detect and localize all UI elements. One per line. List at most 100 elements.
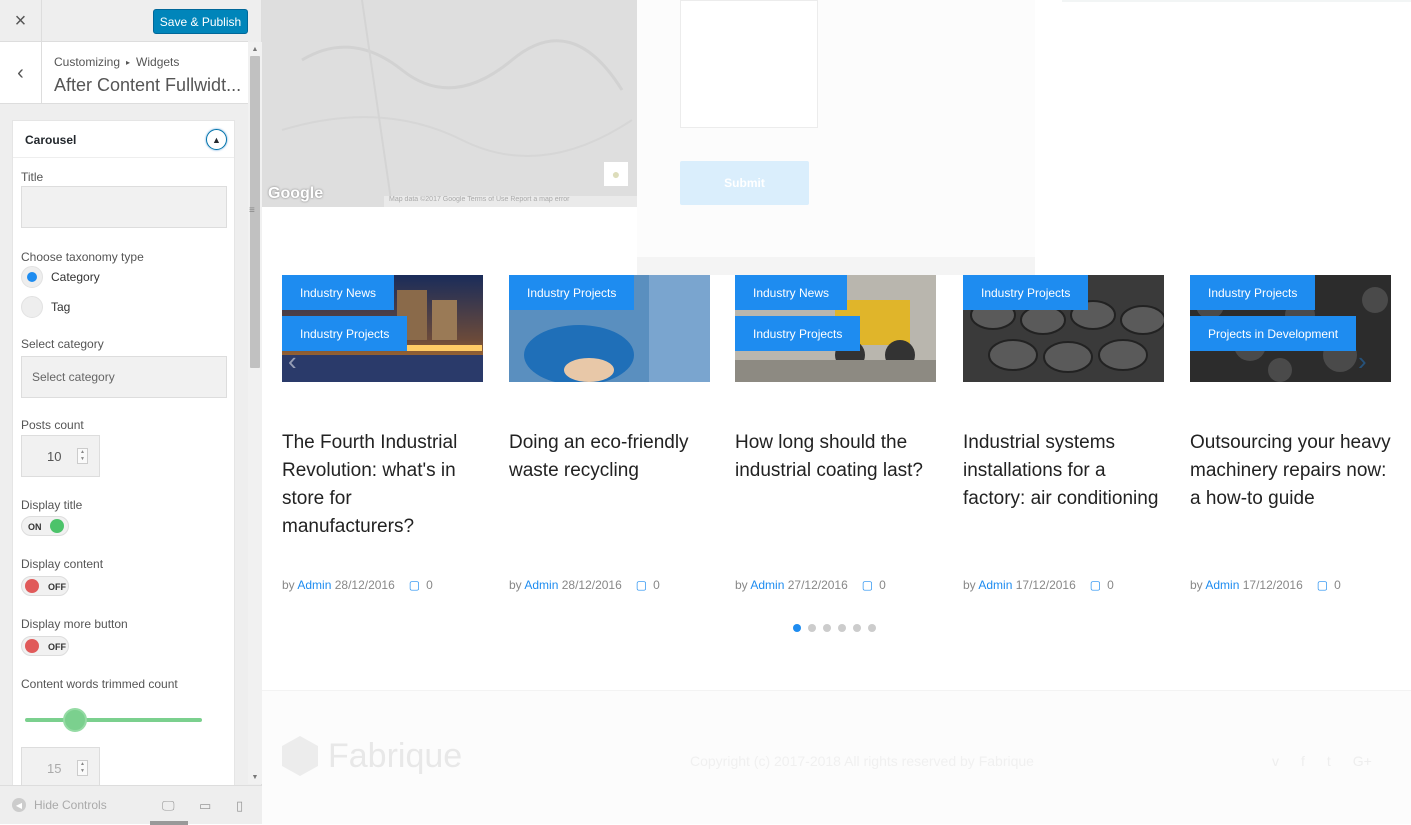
spinner-arrows-icon[interactable]: ▲ ▼: [77, 448, 88, 464]
category-tag[interactable]: Industry Projects: [1190, 275, 1316, 310]
category-tag[interactable]: Projects in Development: [1190, 316, 1357, 351]
submit-button[interactable]: Submit: [680, 161, 809, 205]
back-arrow-icon[interactable]: ‹: [0, 42, 42, 104]
customizer-sidebar: × Save & Publish ‹ Customizing ▸ Widgets A…: [0, 0, 262, 825]
scroll-up-arrow-icon[interactable]: ▲: [248, 42, 262, 56]
resize-handle-icon[interactable]: ≡: [249, 205, 255, 216]
post-card: Industry News Industry Projects How long…: [735, 275, 936, 592]
trim-count-value: 15: [47, 761, 62, 776]
sidebar-scrollbar[interactable]: ▲ ▼: [248, 42, 262, 784]
title-input[interactable]: [21, 186, 227, 228]
radio-category-label: Category: [51, 270, 100, 284]
category-tag[interactable]: Industry News: [282, 275, 395, 310]
post-title[interactable]: The Fourth Industrial Revolution: what's…: [282, 429, 483, 541]
pagination-dot[interactable]: [853, 624, 861, 632]
message-textarea[interactable]: [680, 0, 818, 128]
site-footer: Fabrique Copyright (c) 2017-2018 All rig…: [262, 690, 1411, 824]
posts-count-value: 10: [47, 449, 62, 464]
post-author[interactable]: Admin: [1205, 578, 1239, 592]
map-attribution[interactable]: Map data ©2017 Google Terms of Use Repor…: [384, 196, 637, 207]
google-plus-icon[interactable]: G+: [1353, 753, 1372, 769]
trim-count-input[interactable]: 15 ▲ ▼: [21, 747, 100, 789]
collapse-left-icon: ◀: [12, 798, 26, 812]
post-title[interactable]: Outsourcing your heavy machinery repairs…: [1190, 429, 1391, 513]
radio-category[interactable]: [21, 266, 43, 288]
category-tag[interactable]: Industry Projects: [963, 275, 1089, 310]
footer-copyright: Copyright (c) 2017-2018 All rights reser…: [690, 753, 1034, 769]
comment-icon: ▢: [1089, 578, 1102, 592]
pagination-dot[interactable]: [808, 624, 816, 632]
facebook-icon[interactable]: f: [1301, 753, 1305, 769]
customizer-footer: ◀ Hide Controls 🖵 ▭ ▯: [0, 785, 262, 825]
category-tag[interactable]: Industry Projects: [282, 316, 408, 351]
post-thumbnail[interactable]: Industry Projects: [963, 275, 1164, 382]
tablet-preview-icon[interactable]: ▭: [199, 798, 211, 814]
mobile-preview-icon[interactable]: ▯: [236, 798, 243, 814]
pagination-dot[interactable]: [823, 624, 831, 632]
pagination-dot[interactable]: [838, 624, 846, 632]
category-tag[interactable]: Industry Projects: [509, 275, 635, 310]
toggle-knob-off: [25, 639, 39, 653]
posts-count-input[interactable]: 10 ▲ ▼: [21, 435, 100, 477]
category-tag[interactable]: Industry Projects: [735, 316, 861, 351]
customizer-topbar: × Save & Publish: [0, 0, 248, 42]
post-date: 17/12/2016: [1242, 578, 1303, 592]
fabrique-logo-icon: [282, 736, 318, 776]
post-author[interactable]: Admin: [978, 578, 1012, 592]
comment-count[interactable]: 0: [1107, 578, 1114, 592]
collapse-arrow-icon[interactable]: ▲: [206, 129, 227, 150]
save-publish-button[interactable]: Save & Publish: [153, 9, 248, 34]
post-thumbnail[interactable]: Industry Projects: [509, 275, 710, 382]
comment-count[interactable]: 0: [653, 578, 660, 592]
widget-header[interactable]: Carousel ▲: [13, 121, 234, 158]
display-content-toggle[interactable]: OFF: [21, 576, 69, 596]
carousel-widget-panel: Carousel ▲ Title Choose taxonomy type Ca…: [12, 120, 235, 790]
trim-count-slider[interactable]: [25, 718, 202, 722]
category-select[interactable]: Select category: [21, 356, 227, 398]
google-map[interactable]: Google Map data ©2017 Google Terms of Us…: [262, 0, 637, 207]
street-view-pegman-icon[interactable]: ●: [604, 162, 628, 186]
pagination-dot[interactable]: [868, 624, 876, 632]
post-author[interactable]: Admin: [524, 578, 558, 592]
hide-controls-button[interactable]: ◀ Hide Controls: [12, 798, 107, 812]
post-date: 28/12/2016: [334, 578, 395, 592]
display-more-label: Display more button: [21, 617, 128, 631]
post-thumbnail[interactable]: Industry News Industry Projects: [735, 275, 936, 382]
comment-icon: ▢: [408, 578, 421, 592]
pagination-dot[interactable]: [793, 624, 801, 632]
scroll-down-arrow-icon[interactable]: ▼: [248, 770, 262, 784]
section-header: ‹ Customizing ▸ Widgets After Content Full…: [0, 42, 248, 104]
contact-form-area: Submit: [637, 0, 1035, 275]
post-meta: by Admin 28/12/2016 ▢ 0: [509, 578, 660, 592]
footer-logo[interactable]: Fabrique: [282, 736, 462, 776]
form-panel-bottom: [637, 257, 1035, 275]
map-terrain: [281, 0, 633, 207]
post-title[interactable]: Industrial systems installations for a f…: [963, 429, 1164, 513]
comment-count[interactable]: 0: [426, 578, 433, 592]
post-author[interactable]: Admin: [750, 578, 784, 592]
desktop-preview-icon[interactable]: 🖵: [162, 798, 175, 814]
vimeo-icon[interactable]: v: [1272, 753, 1279, 769]
carousel-next-arrow-icon[interactable]: ›: [1358, 346, 1367, 377]
post-by: by: [509, 578, 522, 592]
display-title-toggle[interactable]: ON: [21, 516, 69, 536]
post-thumbnail[interactable]: Industry News Industry Projects: [282, 275, 483, 382]
comment-count[interactable]: 0: [1334, 578, 1341, 592]
twitter-icon[interactable]: t: [1327, 753, 1331, 769]
radio-tag-label: Tag: [51, 300, 71, 314]
post-date: 28/12/2016: [561, 578, 622, 592]
radio-tag[interactable]: [21, 296, 43, 318]
carousel-prev-arrow-icon[interactable]: ‹: [288, 346, 297, 377]
close-icon[interactable]: ×: [0, 0, 42, 42]
spinner-arrows-icon[interactable]: ▲ ▼: [77, 760, 88, 776]
comment-count[interactable]: 0: [879, 578, 886, 592]
post-author[interactable]: Admin: [297, 578, 331, 592]
post-title[interactable]: Doing an eco-friendly waste recycling: [509, 429, 710, 485]
post-title[interactable]: How long should the industrial coating l…: [735, 429, 936, 485]
trim-count-label: Content words trimmed count: [21, 677, 178, 691]
category-tag[interactable]: Industry News: [735, 275, 848, 310]
slider-handle[interactable]: [63, 708, 87, 732]
category-label: Select category: [21, 337, 104, 351]
display-more-toggle[interactable]: OFF: [21, 636, 69, 656]
post-by: by: [963, 578, 976, 592]
